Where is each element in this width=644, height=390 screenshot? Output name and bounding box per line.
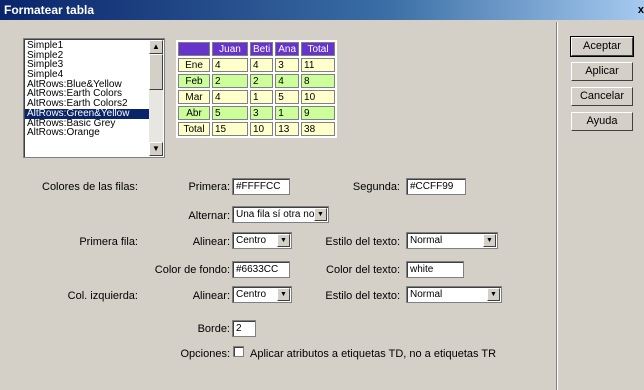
preview-header-cell: Juan [212,42,248,56]
first-color-input[interactable]: #FFFFCC [232,178,290,195]
row-colors-label: Colores de las filas: [42,181,138,193]
first-row-text-style-value: Normal [410,235,443,246]
bg-color-input[interactable]: #6633CC [232,261,290,278]
preview-cell: 15 [212,122,248,136]
options-label: Opciones: [180,348,230,360]
preview-cell: 1 [250,90,274,104]
chevron-down-icon[interactable]: ▼ [277,288,290,301]
preview-cell: Mar [178,90,210,104]
text-color-label: Color del texto: [326,264,400,276]
preview-cell: 2 [250,74,274,88]
preview-cell: 11 [301,58,336,72]
cancel-button[interactable]: Cancelar [571,87,633,106]
preview-cell: 4 [212,58,248,72]
preview-row: Ene 4 4 3 11 [178,58,336,72]
first-row-align-select[interactable]: Centro ▼ [232,232,292,249]
ok-button[interactable]: Aceptar [570,36,634,57]
preview-row: Mar 4 1 5 10 [178,90,336,104]
chevron-down-icon[interactable]: ▼ [277,234,290,247]
preview-row: Abr 5 3 1 9 [178,106,336,120]
second-color-label: Segunda: [352,181,400,193]
border-input[interactable]: 2 [232,320,256,337]
left-col-align-select[interactable]: Centro ▼ [232,286,292,303]
divider [556,22,558,390]
first-row-align-value: Centro [236,235,267,246]
preview-cell: 5 [275,90,300,104]
title-bar: Formatear tabla x [0,0,644,20]
chevron-down-icon[interactable]: ▼ [314,208,327,221]
preview-cell: Abr [178,106,210,120]
left-col-align-label: Alinear: [192,290,230,302]
first-row-text-style-label: Estilo del texto: [325,236,400,248]
left-col-label: Col. izquierda: [67,290,138,302]
left-col-text-style-select[interactable]: Normal ▼ [406,286,502,303]
apply-button[interactable]: Aplicar [571,62,633,81]
left-col-text-style-value: Normal [410,289,443,300]
first-row-align-label: Alinear: [192,236,230,248]
close-icon[interactable]: x [634,0,644,20]
left-col-text-style-label: Estilo del texto: [325,290,400,302]
apply-td-checkbox-label: Aplicar atributos a etiquetas TD, no a e… [250,348,497,360]
preview-cell: 9 [301,106,336,120]
alternate-select[interactable]: Una fila sí otra no ▼ [232,206,329,223]
preview-header-cell: Total [301,42,336,56]
bg-color-label: Color de fondo: [154,264,230,276]
second-color-input[interactable]: #CCFF99 [406,178,466,195]
first-row-text-style-select[interactable]: Normal ▼ [406,232,498,249]
preview-cell: Total [178,122,210,136]
preview-cell: 3 [275,58,300,72]
border-label: Borde: [197,323,230,335]
alternate-label: Alternar: [188,210,230,222]
preview-header-cell: Beti [250,42,274,56]
list-item[interactable]: AltRows:Orange [25,128,151,138]
preview-cell: Ene [178,58,210,72]
window-title: Formatear tabla [4,3,95,17]
preview-cell: 3 [250,106,274,120]
help-button[interactable]: Ayuda [571,112,633,131]
first-row-label: Primera fila: [79,236,138,248]
left-col-align-value: Centro [236,289,267,300]
table-styles-listbox[interactable]: Simple1 Simple2 Simple3 Simple4 AltRows:Blue… [23,38,165,158]
scroll-down-icon[interactable]: ▼ [149,142,163,156]
preview-cell: 8 [301,74,336,88]
listbox-scrollbar[interactable]: ▲ ▼ [149,40,163,156]
preview-cell: 13 [275,122,300,136]
preview-cell: 2 [212,74,248,88]
preview-row: Feb 2 2 4 8 [178,74,336,88]
preview-cell: 4 [250,58,274,72]
preview-cell: 1 [275,106,300,120]
first-color-label: Primera: [188,181,230,193]
preview-cell: 10 [250,122,274,136]
text-color-input[interactable]: white [406,261,464,278]
scroll-up-icon[interactable]: ▲ [149,40,163,54]
preview-header-cell [178,42,210,56]
preview-cell: Feb [178,74,210,88]
chevron-down-icon[interactable]: ▼ [483,234,496,247]
apply-td-checkbox[interactable] [233,346,244,357]
preview-cell: 10 [301,90,336,104]
chevron-down-icon[interactable]: ▼ [487,288,500,301]
alternate-value: Una fila sí otra no [236,209,315,220]
table-preview: Juan Beti Ana Total Ene 4 4 3 11 Feb 2 2 4 8 Mar 4 1 5 10 A… [176,40,338,138]
preview-header-cell: Ana [275,42,300,56]
scroll-thumb[interactable] [149,54,163,90]
preview-row: Total 15 10 13 38 [178,122,336,136]
styles-list: Simple1 Simple2 Simple3 Simple4 AltRows:Blue… [25,41,151,138]
preview-cell: 4 [275,74,300,88]
preview-cell: 38 [301,122,336,136]
preview-cell: 5 [212,106,248,120]
preview-cell: 4 [212,90,248,104]
